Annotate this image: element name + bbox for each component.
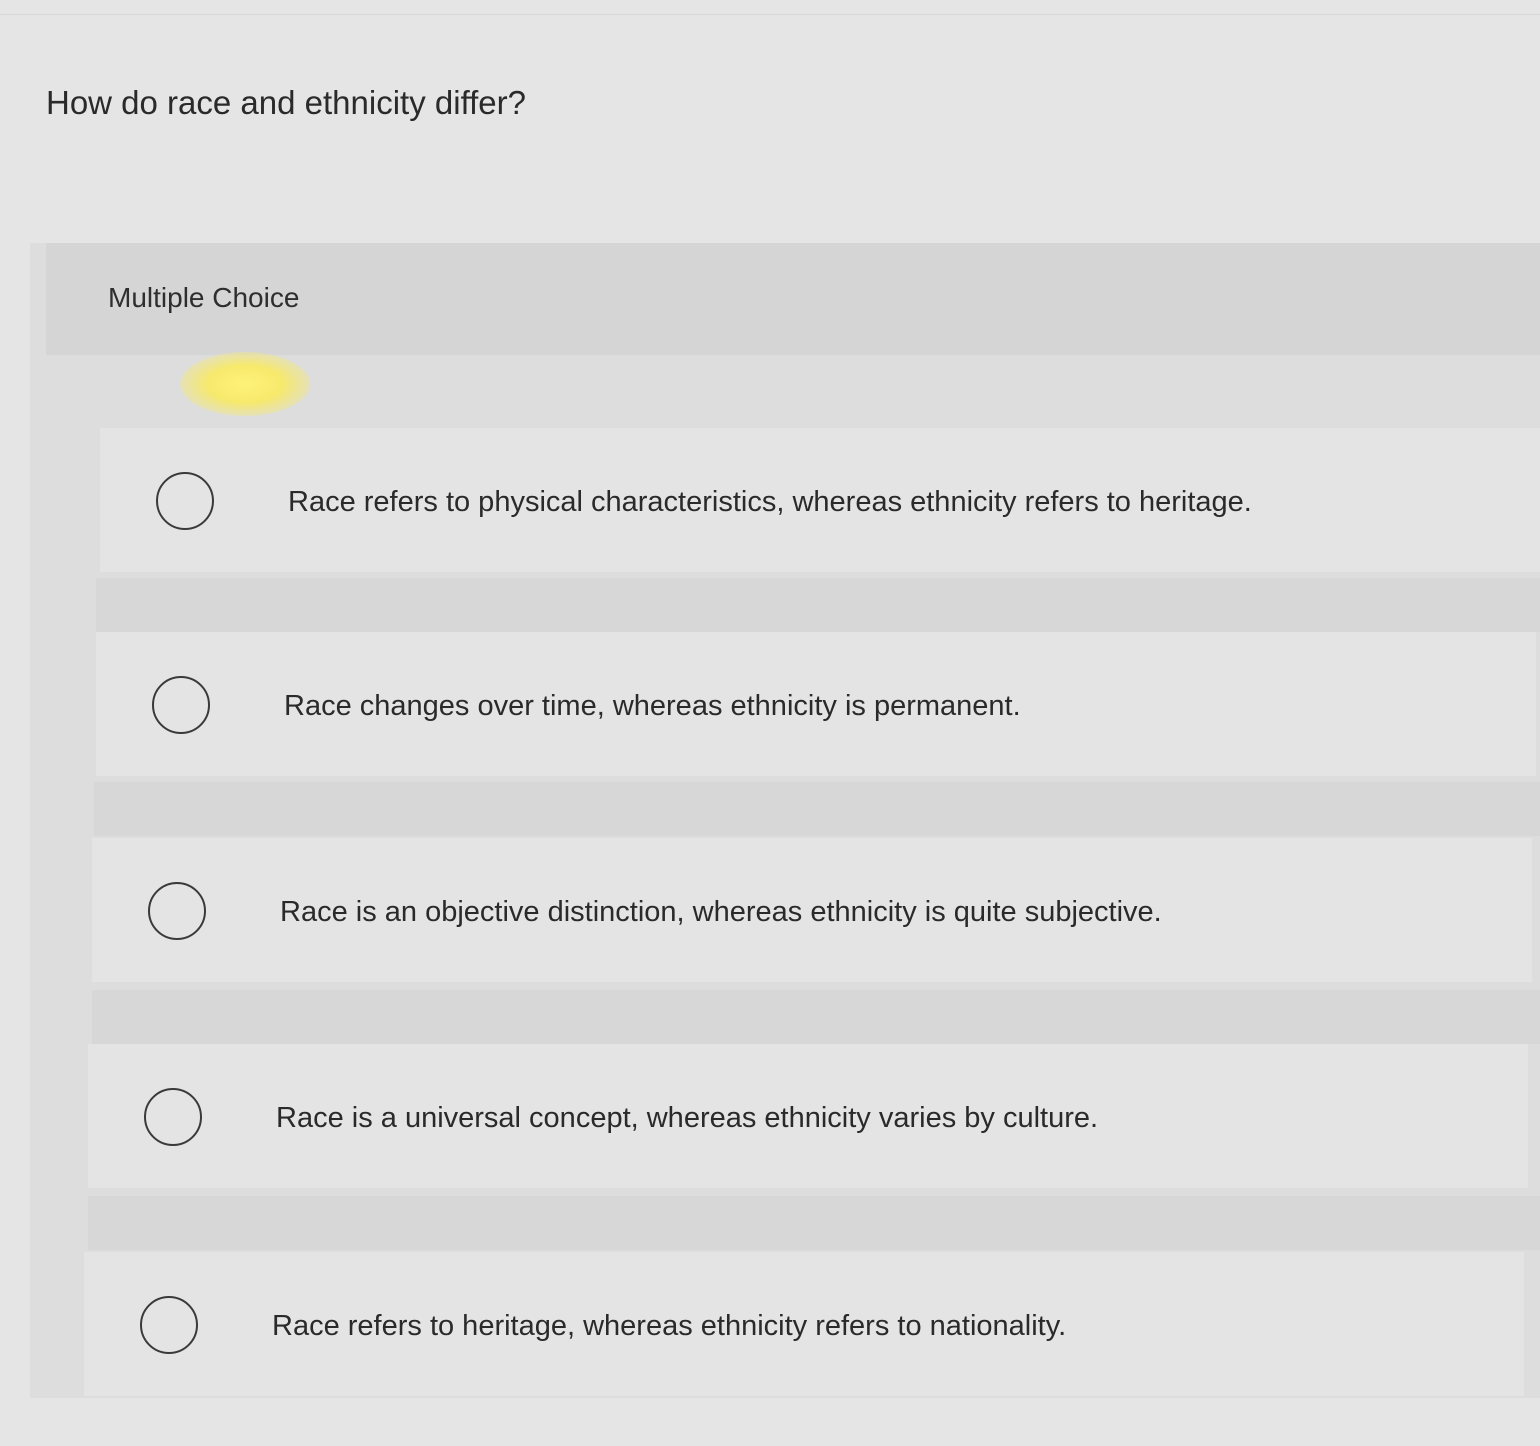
top-divider: [0, 14, 1540, 15]
answer-option-label: Race refers to heritage, whereas ethnici…: [272, 1310, 1067, 1342]
answer-option-4[interactable]: Race is a universal concept, whereas eth…: [88, 1044, 1528, 1188]
radio-button[interactable]: [148, 882, 206, 940]
radio-button[interactable]: [156, 472, 214, 530]
answer-option-3[interactable]: Race is an objective distinction, wherea…: [92, 838, 1532, 982]
answer-option-2[interactable]: Race changes over time, whereas ethnicit…: [96, 632, 1536, 776]
answer-option-label: Race is an objective distinction, wherea…: [280, 896, 1162, 928]
answer-option-label: Race refers to physical characteristics,…: [288, 486, 1252, 518]
answer-option-1[interactable]: Race refers to physical characteristics,…: [100, 428, 1540, 572]
answer-option-label: Race is a universal concept, whereas eth…: [276, 1102, 1099, 1134]
option-separator: [88, 1196, 1540, 1250]
radio-button[interactable]: [152, 676, 210, 734]
radio-button[interactable]: [140, 1296, 198, 1354]
answer-option-5[interactable]: Race refers to heritage, whereas ethnici…: [84, 1252, 1524, 1396]
question-type-label: Multiple Choice: [108, 282, 300, 313]
option-separator: [96, 578, 1540, 632]
option-separator: [92, 990, 1540, 1044]
question-text: How do race and ethnicity differ?: [46, 84, 526, 121]
radio-button[interactable]: [144, 1088, 202, 1146]
answer-option-label: Race changes over time, whereas ethnicit…: [284, 690, 1021, 722]
highlight-mark: [180, 352, 310, 416]
option-separator: [94, 782, 1540, 836]
